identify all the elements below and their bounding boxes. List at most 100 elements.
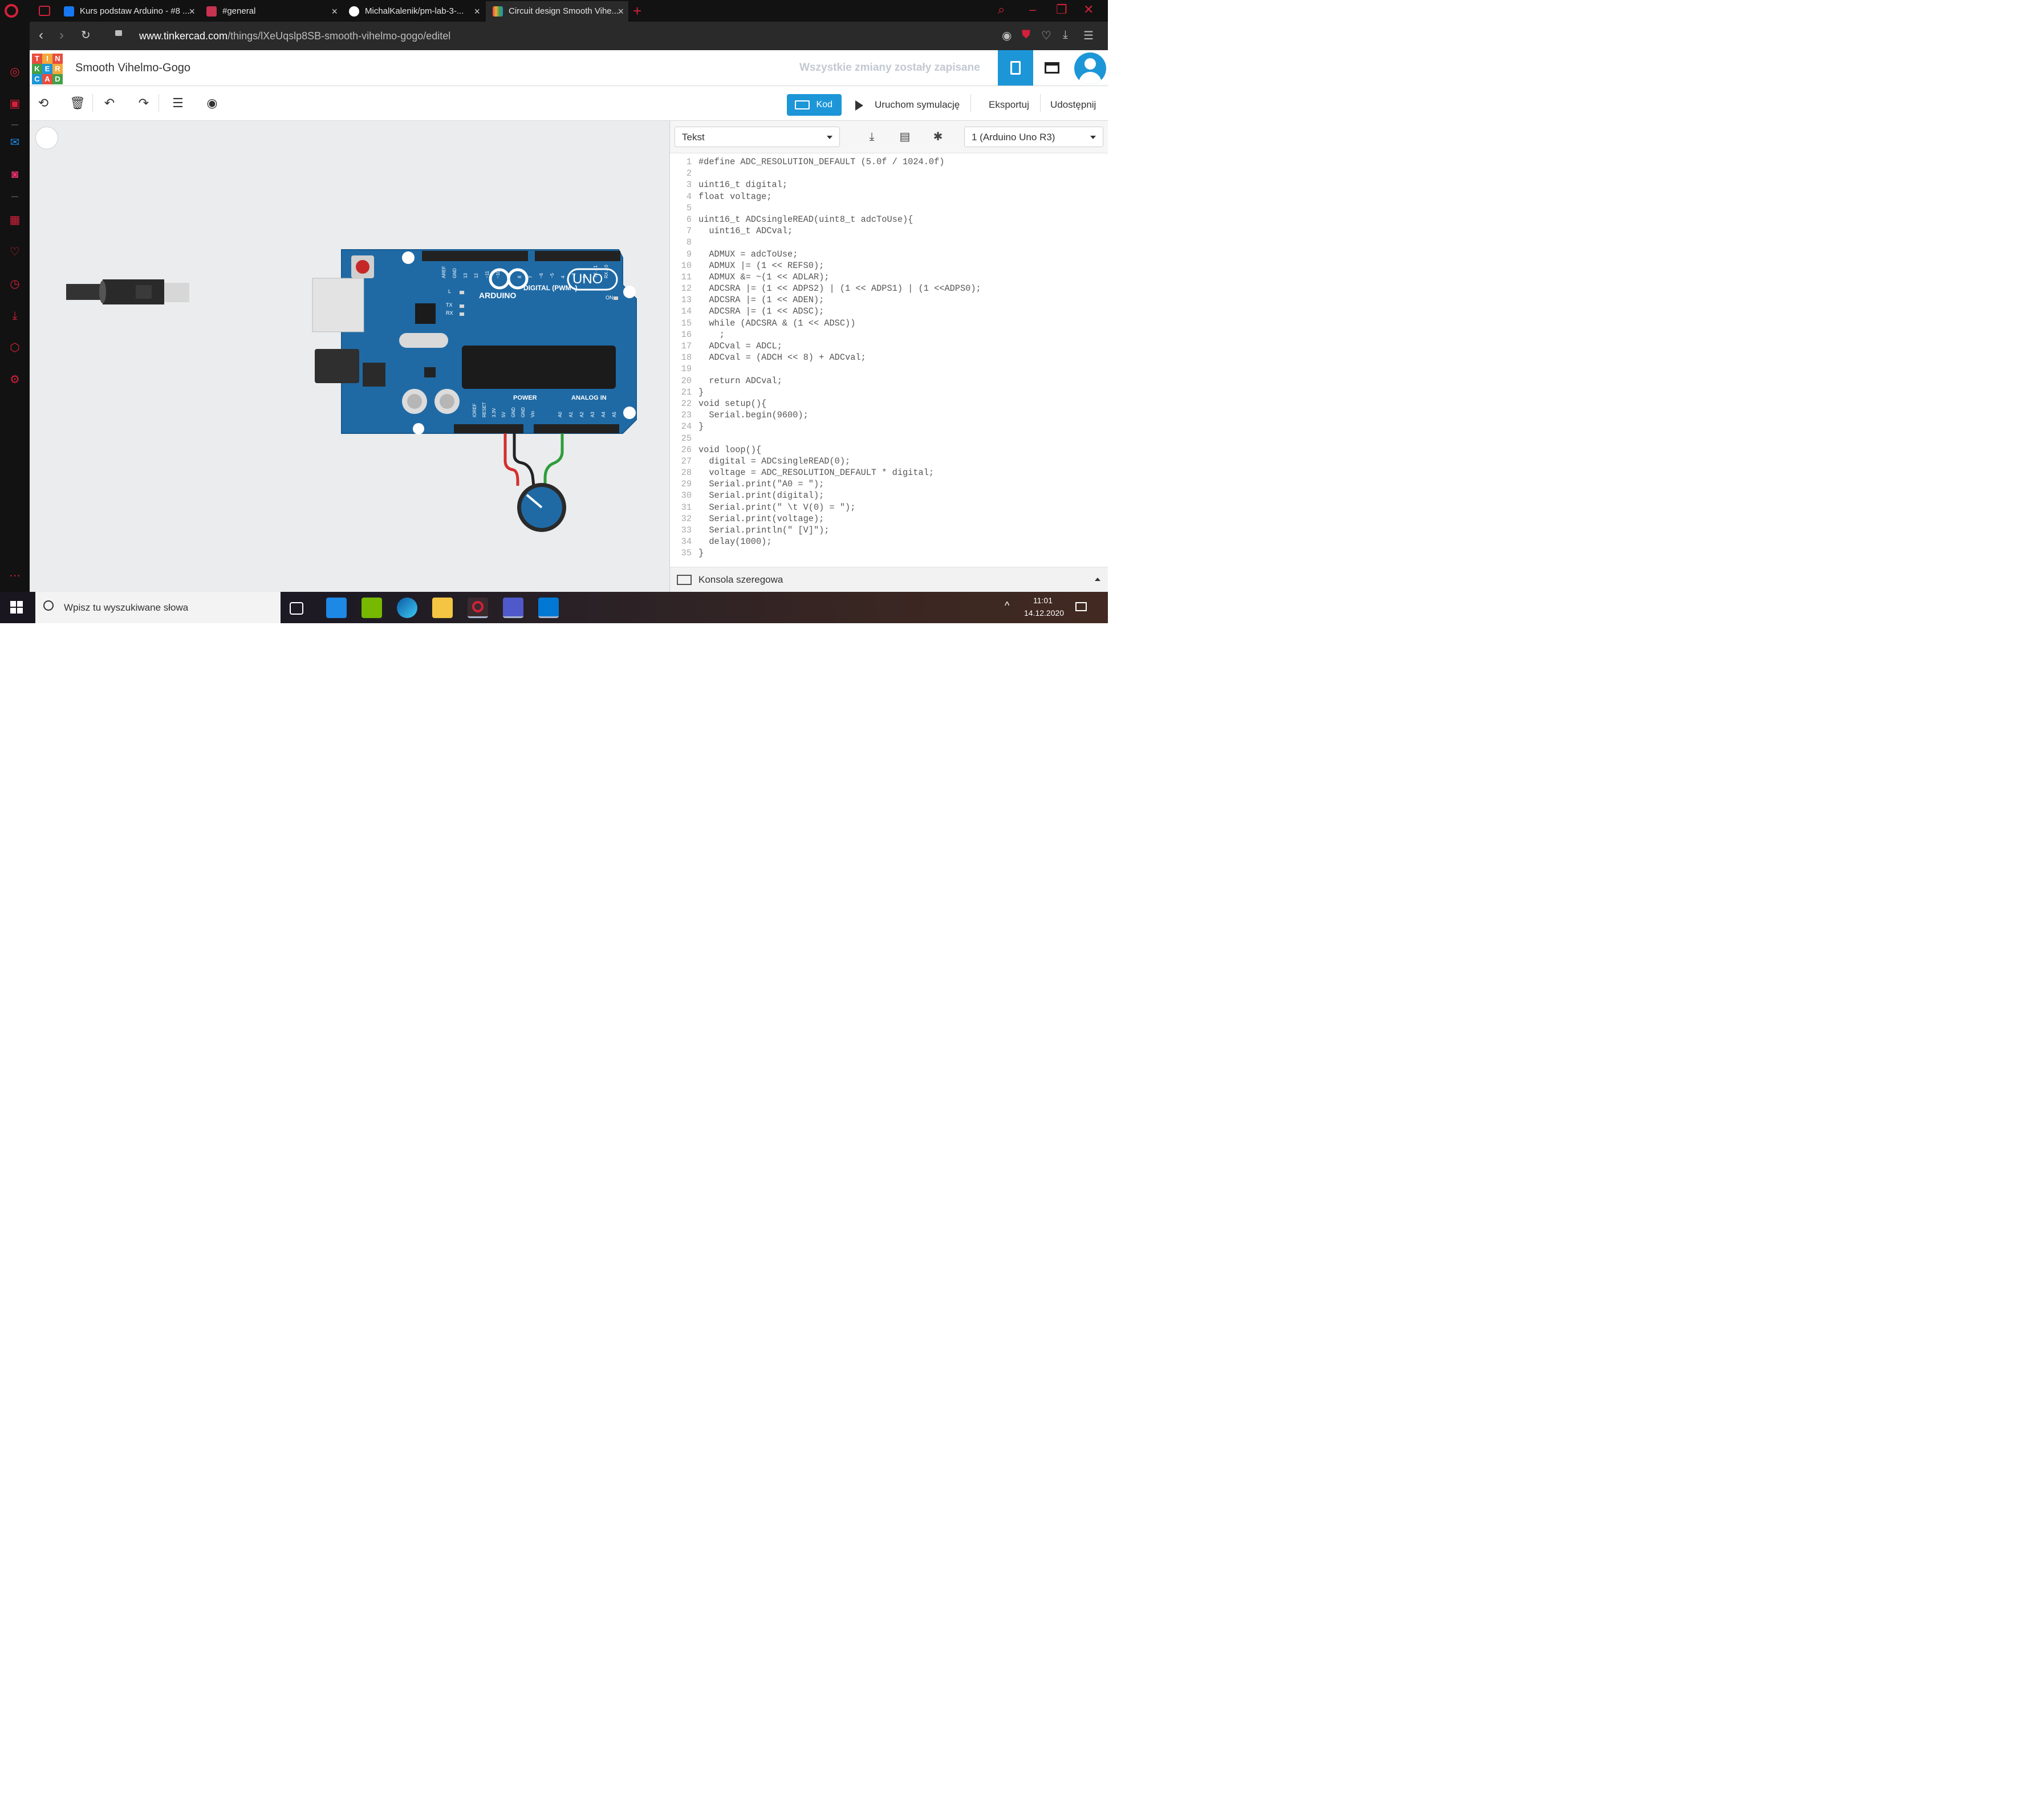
export-button[interactable]: Eksportuj [989, 94, 1029, 116]
code-editor[interactable]: 1 #define ADC_RESOLUTION_DEFAULT (5.0f / … [670, 156, 1108, 567]
bookmark-heart-icon[interactable]: ♡ [1041, 29, 1051, 43]
speed-dial-icon[interactable]: ◎ [8, 65, 22, 79]
code-line[interactable]: 10 ADMUX |= (1 << REFS0); [670, 260, 1108, 271]
visibility-eye-icon[interactable]: ◉ [204, 95, 220, 111]
tinkercad-logo[interactable]: T I N K E R C A D [32, 54, 63, 84]
easy-setup-icon[interactable]: ☰ [1083, 29, 1094, 43]
clock-time[interactable]: 11:01 [1033, 596, 1053, 605]
circuit-view-button[interactable] [998, 50, 1033, 86]
code-line[interactable]: 16 ; [670, 329, 1108, 340]
potentiometer[interactable] [517, 483, 566, 532]
tray-chevron-icon[interactable]: ^ [1005, 600, 1009, 612]
code-line[interactable]: 12 ADCSRA |= (1 << ADPS2) | (1 << ADPS1)… [670, 283, 1108, 294]
close-tab-icon[interactable]: × [331, 1, 338, 22]
delete-icon[interactable]: 🗑 [70, 95, 86, 111]
code-line[interactable]: 28 voltage = ADC_RESOLUTION_DEFAULT * di… [670, 467, 1108, 478]
close-tab-icon[interactable]: × [474, 1, 480, 22]
code-line[interactable]: 22 void setup(){ [670, 398, 1108, 409]
code-line[interactable]: 14 ADCSRA |= (1 << ADSC); [670, 306, 1108, 317]
vscode-app-icon[interactable] [538, 598, 559, 618]
maximize-button[interactable]: ❐ [1056, 2, 1067, 17]
debugger-bug-icon[interactable]: ✱ [930, 129, 946, 145]
code-line[interactable]: 34 delay(1000); [670, 536, 1108, 547]
reset-button[interactable] [356, 260, 369, 274]
code-line[interactable]: 11 ADMUX &= ~(1 << ADLAR); [670, 271, 1108, 283]
code-line[interactable]: 1 #define ADC_RESOLUTION_DEFAULT (5.0f / … [670, 156, 1108, 168]
serial-monitor-bar[interactable]: Konsola szeregowa [670, 567, 1108, 592]
usb-cable[interactable] [66, 279, 189, 304]
download-icon[interactable]: ⤓ [8, 309, 22, 323]
close-tab-icon[interactable]: × [618, 1, 624, 22]
code-line[interactable]: 19 [670, 363, 1108, 375]
code-line[interactable]: 3 uint16_t digital; [670, 179, 1108, 190]
code-line[interactable]: 23 Serial.begin(9600); [670, 409, 1108, 421]
code-line[interactable]: 13 ADCSRA |= (1 << ADEN); [670, 294, 1108, 306]
reload-icon[interactable]: ↻ [81, 27, 91, 43]
code-line[interactable]: 33 Serial.println(" [V]"); [670, 525, 1108, 536]
code-line[interactable]: 24} [670, 421, 1108, 432]
clock-date[interactable]: 14.12.2020 [1024, 608, 1064, 618]
code-line[interactable]: 9 ADMUX = adcToUse; [670, 249, 1108, 260]
taskbar-search[interactable]: Wpisz tu wyszukiwane słowa [35, 592, 281, 623]
tab-tinkercad[interactable]: Circuit design Smooth Vihe... × [486, 1, 628, 22]
code-line[interactable]: 25 [670, 433, 1108, 444]
url-field[interactable]: www.tinkercad.com/things/lXeUqslp8SB-smo… [139, 22, 450, 50]
opera-logo-icon[interactable] [5, 4, 18, 18]
heart-icon[interactable]: ♡ [8, 245, 22, 259]
code-line[interactable]: 18 ADCval = (ADCH << 8) + ADCval; [670, 352, 1108, 363]
code-line[interactable]: 31 Serial.print(" \t V(0) = "); [670, 502, 1108, 513]
code-line[interactable]: 35} [670, 547, 1108, 559]
code-line[interactable]: 21} [670, 387, 1108, 398]
task-view-icon[interactable] [290, 602, 303, 615]
components-list-button[interactable] [1034, 50, 1070, 86]
tab-general[interactable]: #general × [200, 1, 342, 22]
wire-a0[interactable] [543, 433, 564, 486]
download-code-icon[interactable]: ⤓ [864, 129, 880, 145]
code-line[interactable]: 7 uint16_t ADCval; [670, 225, 1108, 237]
teams-app-icon[interactable] [503, 598, 523, 618]
share-button[interactable]: Udostępnij [1050, 94, 1096, 116]
minimize-button[interactable]: – [1029, 2, 1036, 17]
history-icon[interactable]: ◷ [8, 277, 22, 291]
code-line[interactable]: 20 return ADCval; [670, 375, 1108, 387]
tab-kurs-arduino[interactable]: Kurs podstaw Arduino - #8 ... × [57, 1, 200, 22]
camera-icon[interactable]: ◉ [1002, 29, 1012, 43]
undo-icon[interactable]: ↶ [101, 95, 117, 111]
settings-gear-icon[interactable]: ⚙ [8, 373, 22, 387]
nvidia-app-icon[interactable] [362, 598, 382, 618]
play-icon[interactable] [855, 100, 863, 111]
bag-icon[interactable]: ▣ [8, 97, 22, 111]
adblock-shield-icon[interactable]: ⛊ [1022, 29, 1030, 42]
notifications-icon[interactable] [1075, 602, 1087, 611]
new-tab-button[interactable]: + [633, 1, 641, 21]
simulate-button[interactable]: Uruchom symulację [875, 94, 960, 116]
code-line[interactable]: 30 Serial.print(digital); [670, 490, 1108, 501]
code-line[interactable]: 6 uint16_t ADCsingleREAD(uint8_t adcToUse… [670, 214, 1108, 225]
back-icon[interactable]: ‹ [39, 27, 43, 43]
code-line[interactable]: 8 [670, 237, 1108, 248]
notes-icon[interactable]: ☰ [170, 95, 186, 111]
expand-icon[interactable] [1095, 578, 1100, 581]
code-line[interactable]: 15 while (ADCSRA & (1 << ADSC)) [670, 318, 1108, 329]
forward-icon[interactable]: › [59, 27, 64, 43]
code-line[interactable]: 2 [670, 168, 1108, 179]
search-tabs-icon[interactable]: ⌕ [998, 2, 1005, 17]
close-window-button[interactable]: ✕ [1083, 2, 1094, 17]
tab-github[interactable]: MichalKalenik/pm-lab-3-... × [342, 1, 485, 22]
code-line[interactable]: 4 float voltage; [670, 191, 1108, 202]
cube-icon[interactable]: ⬡ [8, 341, 22, 355]
code-mode-select[interactable]: Tekst [675, 127, 840, 147]
user-avatar[interactable] [1074, 52, 1106, 84]
code-line[interactable]: 5 [670, 202, 1108, 214]
opera-app-icon[interactable] [468, 598, 488, 618]
close-tab-icon[interactable]: × [189, 1, 195, 22]
more-icon[interactable]: ⋯ [8, 569, 22, 583]
code-line[interactable]: 26 void loop(){ [670, 444, 1108, 456]
instagram-icon[interactable]: ◙ [8, 168, 22, 181]
project-title[interactable]: Smooth Vihelmo-Gogo [75, 50, 190, 86]
code-line[interactable]: 32 Serial.print(voltage); [670, 513, 1108, 525]
circuit-workplane[interactable]: ARDUINO UNO DIGITAL (PWM~) POWER ANALOG … [30, 121, 669, 592]
redo-icon[interactable]: ↷ [136, 95, 152, 111]
downloads-icon[interactable]: ⤓ [1063, 29, 1068, 42]
mail-app-icon[interactable] [326, 598, 347, 618]
